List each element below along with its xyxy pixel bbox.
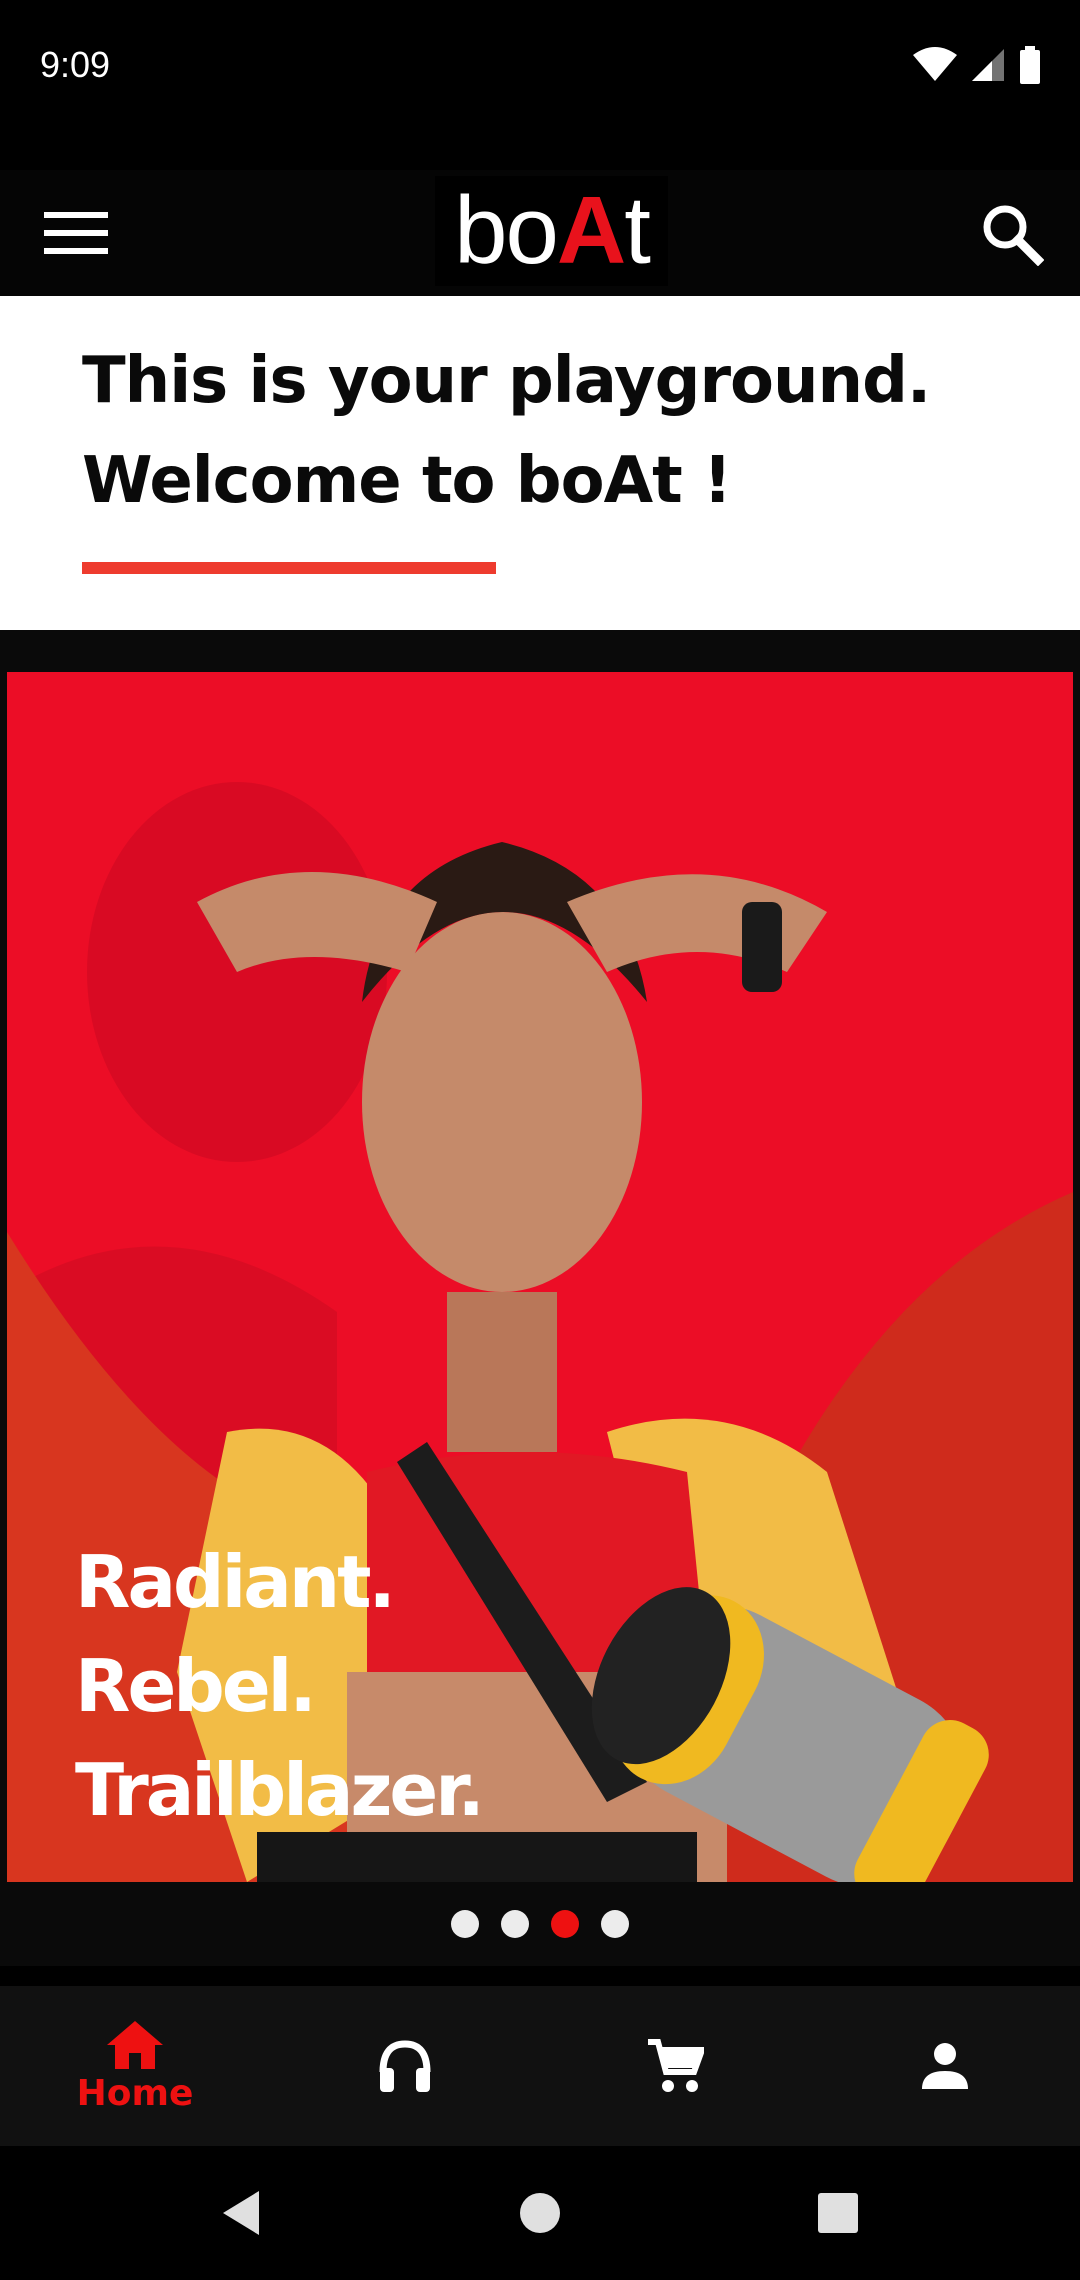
- menu-icon[interactable]: [36, 198, 116, 268]
- banner-text-trailblazer: Trailblazer.: [75, 1748, 485, 1832]
- accent-underline: [82, 562, 496, 574]
- logo-text-bo: bo: [454, 177, 559, 284]
- carousel-dot[interactable]: [501, 1910, 529, 1938]
- nav-headphones[interactable]: [270, 1986, 540, 2146]
- banner-text-rebel: Rebel.: [75, 1644, 317, 1728]
- status-time: 9:09: [40, 44, 111, 85]
- system-home-icon: [520, 2193, 560, 2233]
- bottom-nav: Home: [0, 1986, 1080, 2146]
- welcome-subheadline: Welcome to boAt !: [82, 444, 732, 518]
- nav-home-label: Home: [76, 2072, 194, 2114]
- system-nav-bar: [0, 2146, 1080, 2280]
- recents-icon: [818, 2193, 858, 2233]
- banner-text-radiant: Radiant.: [75, 1540, 396, 1624]
- back-icon: [223, 2191, 259, 2235]
- banner-carousel[interactable]: Radiant. Rebel. Trailblazer.: [0, 630, 1080, 1966]
- carousel-dot-active[interactable]: [551, 1910, 579, 1938]
- banner-slide[interactable]: Radiant. Rebel. Trailblazer.: [7, 672, 1073, 1882]
- welcome-section: This is your playground. Welcome to boAt…: [0, 296, 1080, 630]
- nav-account[interactable]: [810, 1986, 1080, 2146]
- cart-icon: [648, 2039, 704, 2092]
- nav-home[interactable]: Home: [0, 1986, 270, 2146]
- system-home-button[interactable]: [507, 2180, 573, 2246]
- welcome-headline: This is your playground.: [82, 344, 931, 418]
- carousel-dot[interactable]: [451, 1910, 479, 1938]
- nav-cart[interactable]: [540, 1986, 810, 2146]
- account-icon: [922, 2043, 968, 2089]
- logo-text-a: A: [556, 177, 626, 284]
- battery-icon: [1020, 46, 1040, 84]
- status-icons: [912, 46, 1042, 84]
- cell-signal-icon: [972, 49, 1004, 81]
- carousel-dot[interactable]: [601, 1910, 629, 1938]
- headphones-icon: [379, 2040, 431, 2092]
- logo-text-t: t: [624, 177, 651, 284]
- back-button[interactable]: [208, 2180, 274, 2246]
- home-icon: [107, 2020, 163, 2069]
- boat-logo[interactable]: bo At: [435, 176, 668, 286]
- search-icon[interactable]: [972, 194, 1052, 274]
- app-bar: bo At: [0, 170, 1080, 296]
- carousel-dots: [0, 1910, 1080, 1938]
- status-bar: 9:09: [0, 0, 1080, 134]
- wifi-icon: [913, 47, 957, 81]
- recents-button[interactable]: [805, 2180, 871, 2246]
